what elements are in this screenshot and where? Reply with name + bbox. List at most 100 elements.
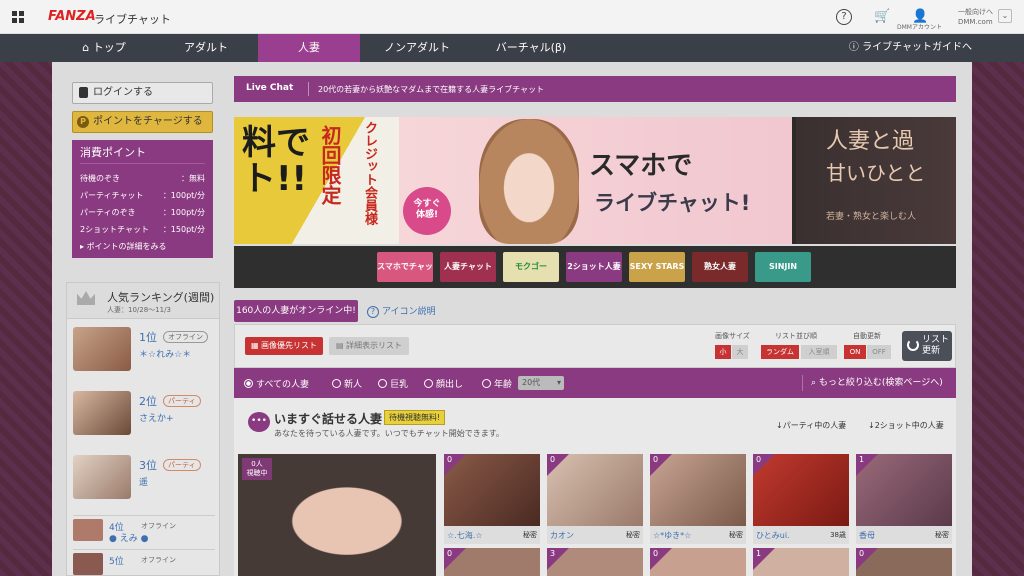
arrow-down-icon: ↓	[776, 421, 783, 430]
chevron-down-icon[interactable]: ⌄	[998, 9, 1012, 23]
filter-age[interactable]: 年齢	[482, 377, 512, 390]
tab-detail-list[interactable]: ▤ 詳細表示リスト	[329, 337, 409, 355]
charge-points-button[interactable]: P ポイントをチャージする	[72, 111, 213, 133]
viewer-count: 1	[756, 549, 762, 558]
jump-party-link[interactable]: ↓パーティ中の人妻	[776, 420, 846, 431]
ranking-name[interactable]: さえか+	[139, 411, 174, 424]
banner-right-line1: 人妻と過	[826, 129, 915, 154]
jump-2shot-link[interactable]: ↓2ショット中の人妻	[868, 420, 944, 431]
performer-card[interactable]: 0 ☆.七海.☆ 秘密	[444, 454, 540, 544]
performer-card[interactable]: 1 香母 秘密	[856, 454, 952, 544]
performer-name[interactable]: ☆.七海.☆	[447, 530, 482, 541]
refresh-list-button[interactable]: リスト 更新	[902, 331, 952, 361]
nav-top[interactable]: ⌂ トップ	[60, 34, 148, 62]
performer-card[interactable]: 3	[547, 548, 643, 576]
general-link-line1: 一般向けへ	[958, 8, 993, 16]
service-name[interactable]: ライブチャット	[94, 11, 171, 27]
auto-on-button[interactable]: ON	[844, 345, 866, 359]
order-random-button[interactable]: ランダム	[761, 345, 799, 359]
size-small-button[interactable]: 小	[715, 345, 731, 359]
refresh-icon	[907, 339, 919, 351]
performer-card[interactable]: 1	[753, 548, 849, 576]
featured-performer-card[interactable]: 0人 視聴中	[238, 454, 436, 576]
status-badge: パーティ	[163, 459, 201, 471]
ranking-photo[interactable]	[73, 553, 103, 575]
search-icon: ⌕	[811, 378, 817, 388]
banner-title-line2: ライブチャット!	[594, 191, 751, 215]
ranking-name[interactable]: 遥	[139, 475, 148, 488]
points-row: 2ショットチャット ：150pt/分	[80, 221, 205, 238]
banner-limited-text: 初回限定	[318, 125, 342, 205]
ranking-name[interactable]: ＊☆れみ☆＊	[139, 347, 191, 360]
banner-thumb[interactable]: SINJIN	[755, 252, 811, 282]
ranking-photo[interactable]	[73, 519, 103, 541]
cart-icon[interactable]: 🛒	[874, 9, 890, 25]
ranking-item[interactable]: 5位 オフライン	[73, 549, 215, 575]
performer-name[interactable]: ひとみui.	[756, 530, 790, 541]
viewer-count: 0	[859, 549, 865, 558]
ranking-item[interactable]: 4位 オフライン ● えみ ●	[73, 515, 215, 544]
performer-name[interactable]: 香母	[859, 530, 875, 541]
points-detail-label: ポイントの詳細をみる	[86, 242, 167, 251]
order-login-button[interactable]: 入室順	[801, 345, 837, 359]
filter-face[interactable]: 顔出し	[424, 377, 463, 390]
jump-2shot-label: 2ショット中の人妻	[874, 421, 944, 430]
performer-card[interactable]: 0	[650, 548, 746, 576]
age-select[interactable]: 20代 ▾	[518, 376, 564, 390]
banner-hitozuma[interactable]: 人妻と過 甘いひとと 若妻・熟女と楽しむ人	[796, 117, 956, 244]
nav-hitozuma[interactable]: 人妻	[258, 34, 360, 62]
ranking-photo[interactable]	[73, 455, 131, 499]
ranking-name[interactable]: ● えみ ●	[109, 531, 148, 544]
viewer-count: 3	[550, 549, 556, 558]
performer-card[interactable]: 0 ひとみui. 38歳	[753, 454, 849, 544]
divider	[308, 82, 309, 96]
banner-thumb[interactable]: 2ショット人妻割	[566, 252, 622, 282]
performer-card[interactable]: 0 カオン 秘密	[547, 454, 643, 544]
livechat-description: 20代の若妻から妖艶なマダムまで在籍する人妻ライブチャット	[318, 85, 545, 94]
ranking-photo[interactable]	[73, 327, 131, 371]
ranking-photo[interactable]	[73, 391, 131, 435]
banner-first-time[interactable]: 料で ト!! 初回限定 クレジット会員様	[234, 117, 399, 244]
banner-thumb[interactable]: 熟女人妻	[692, 252, 748, 282]
guide-link[interactable]: ⓘ ライブチャットガイドへ	[849, 34, 972, 62]
promo-banner[interactable]: 料で ト!! 初回限定 クレジット会員様 今すぐ 体感! スマホで ライブチャッ…	[234, 117, 956, 244]
performer-card[interactable]: 0	[856, 548, 952, 576]
nav-virtual[interactable]: バーチャル(β)	[476, 34, 586, 62]
banner-thumb[interactable]: SEXY STARS	[629, 252, 685, 282]
filter-busty[interactable]: 巨乳	[378, 377, 408, 390]
points-detail-link[interactable]: ▸ ポイントの詳細をみる	[80, 241, 205, 252]
account-label[interactable]: DMMアカウント	[897, 22, 942, 31]
icon-help-link[interactable]: ? アイコン説明	[367, 304, 436, 318]
performer-card[interactable]: 0	[444, 548, 540, 576]
brand-logo[interactable]: FANZA	[48, 9, 96, 24]
available-now-subtitle: あなたを待っている人妻です。いつでもチャット開始できます。	[274, 429, 504, 438]
tab-detail-label: 詳細表示リスト	[346, 341, 403, 350]
banner-smartphone[interactable]: 今すぐ 体感! スマホで ライブチャット!	[399, 117, 792, 244]
apps-grid-icon[interactable]	[12, 11, 24, 23]
home-icon: ⌂	[82, 41, 90, 54]
filter-all[interactable]: すべての人妻	[244, 377, 309, 390]
size-large-button[interactable]: 大	[732, 345, 748, 359]
age-value: 20代	[522, 378, 541, 387]
help-icon[interactable]: ?	[836, 9, 852, 25]
banner-thumb[interactable]: 人妻チャット	[440, 252, 496, 282]
login-button[interactable]: ログインする	[72, 82, 213, 104]
lock-icon	[79, 87, 88, 98]
viewer-count: 0	[550, 455, 556, 464]
general-site-link[interactable]: 一般向けへ DMM.com	[958, 7, 993, 27]
auto-off-button[interactable]: OFF	[867, 345, 891, 359]
tab-image-list[interactable]: ▦ 画像優先リスト	[245, 337, 323, 355]
nav-adult[interactable]: アダルト	[158, 34, 254, 62]
narrow-search-link[interactable]: ⌕ もっと絞り込む(検索ページへ)	[802, 375, 943, 391]
banner-thumb[interactable]: モクゴー	[503, 252, 559, 282]
performer-name[interactable]: ☆*ゆき*☆	[653, 530, 691, 541]
nav-nonadult[interactable]: ノンアダルト	[362, 34, 472, 62]
refresh-label: リスト 更新	[922, 335, 950, 356]
performer-name[interactable]: カオン	[550, 530, 574, 541]
banner-thumb[interactable]: スマホでチャット	[377, 252, 433, 282]
filter-new[interactable]: 新人	[332, 377, 362, 390]
filter-label: すべての人妻	[256, 380, 310, 390]
performer-card[interactable]: 0 ☆*ゆき*☆ 秘密	[650, 454, 746, 544]
banner-left-text: 料で ト!!	[242, 123, 310, 199]
viewer-count: 0	[756, 455, 762, 464]
